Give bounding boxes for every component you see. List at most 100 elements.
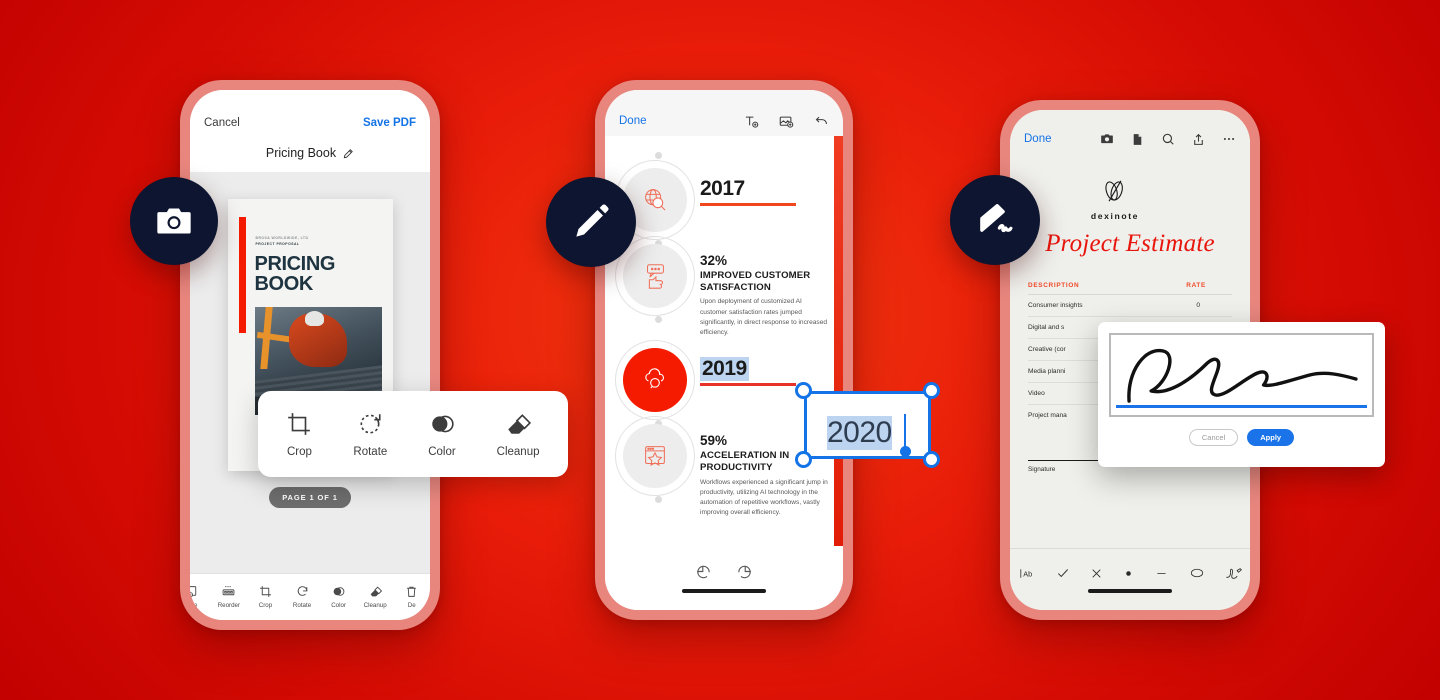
pencil-icon[interactable] — [343, 148, 354, 159]
timeline-icon-circle — [623, 424, 687, 489]
center-navbar: Done — [605, 90, 843, 136]
timeline-row[interactable]: 32% IMPROVED CUSTOMER SATISFACTION Upon … — [605, 236, 843, 338]
row-description: Consumer insights — [1028, 302, 1083, 309]
timeline-year: 2017 — [700, 177, 745, 200]
popover-color-button[interactable]: Color — [428, 411, 456, 458]
popover-crop-button[interactable]: Crop — [286, 411, 312, 458]
camera-icon[interactable] — [1100, 132, 1114, 146]
camera-badge[interactable] — [130, 177, 218, 265]
redo-icon[interactable] — [736, 563, 753, 580]
center-bottom-bar — [605, 546, 843, 610]
timeline-text: 2019 — [700, 348, 796, 412]
year-underline — [700, 383, 796, 387]
dot-icon[interactable] — [1123, 568, 1134, 579]
timeline-text: 32% IMPROVED CUSTOMER SATISFACTION Upon … — [700, 244, 829, 338]
estimate-title: Project Estimate — [1045, 230, 1215, 257]
popover-cleanup-button[interactable]: Cleanup — [497, 411, 540, 458]
right-navbar: Done — [1010, 110, 1250, 154]
cancel-button[interactable]: Cancel — [204, 117, 240, 129]
home-indicator — [682, 589, 766, 593]
signature-apply-button[interactable]: Apply — [1247, 429, 1295, 446]
rotate-icon — [297, 586, 307, 596]
timeline-icon-circle — [623, 244, 687, 308]
text-icon[interactable]: Ab — [1019, 567, 1036, 580]
timeline-heading: IMPROVED CUSTOMER SATISFACTION — [700, 270, 811, 293]
tabbar-item-reorder[interactable]: Reorder — [211, 585, 248, 609]
resize-handle-bottom-left[interactable] — [795, 451, 812, 468]
thumbs-up-icon — [646, 264, 664, 289]
signature-icon — [980, 204, 1013, 233]
tabbar-label: Crop — [258, 602, 273, 609]
phone-left-scan: Cancel Save PDF Pricing Book BROSA WORLD… — [180, 80, 440, 630]
cloud-icon — [645, 368, 664, 389]
line-icon[interactable] — [1154, 568, 1169, 579]
tabbar-item-delete[interactable]: De — [393, 585, 430, 609]
phone-left-screen: Cancel Save PDF Pricing Book BROSA WORLD… — [190, 90, 430, 620]
popover-label: Color — [428, 445, 456, 458]
text-caret-handle[interactable] — [900, 446, 911, 457]
tabbar-item-cleanup[interactable]: Cleanup — [357, 585, 394, 609]
undo-icon[interactable] — [695, 563, 712, 580]
tabbar-label: Color — [331, 602, 346, 609]
resize-handle-bottom-right[interactable] — [923, 451, 940, 468]
cross-icon[interactable] — [1090, 567, 1103, 580]
globe-search-icon — [645, 189, 666, 211]
tabbar-item-rotate[interactable]: Rotate — [284, 585, 321, 609]
popover-rotate-button[interactable]: Rotate — [353, 411, 387, 458]
signature-baseline — [1116, 405, 1367, 408]
add-text-icon[interactable] — [744, 114, 759, 129]
signature-canvas[interactable] — [1109, 333, 1374, 417]
left-navbar: Cancel Save PDF — [190, 110, 430, 136]
tabbar-item-crop[interactable]: Crop — [247, 585, 284, 609]
search-icon[interactable] — [1161, 132, 1175, 146]
signature-icon[interactable] — [1225, 567, 1242, 580]
cover-kicker: BROSA WORLDWIDE, LTD PROJECT PROPOSAL — [255, 236, 309, 247]
eraser-icon — [508, 413, 532, 434]
reorder-icon — [222, 586, 235, 596]
resize-handle-top-right[interactable] — [923, 382, 940, 399]
popover-label: Rotate — [353, 445, 388, 458]
row-rate: 0 — [1196, 302, 1200, 309]
svg-text:Ab: Ab — [1023, 569, 1032, 578]
row-description: Digital and s — [1028, 324, 1065, 331]
right-tabbar: Ab — [1010, 548, 1250, 610]
timeline-row[interactable]: 2017 — [605, 152, 843, 247]
edit-badge[interactable] — [546, 177, 636, 267]
add-image-icon[interactable] — [779, 114, 794, 129]
row-description: Project mana — [1028, 412, 1067, 419]
selected-text-box[interactable]: 2020 — [795, 382, 940, 468]
document-title: Pricing Book — [265, 146, 337, 160]
left-header: Cancel Save PDF Pricing Book — [190, 90, 430, 172]
timeline-body: Upon deployment of customized AI custome… — [700, 298, 828, 337]
text-box-value[interactable]: 2020 — [827, 416, 892, 450]
table-row[interactable]: Consumer insights 0 — [1028, 295, 1232, 317]
done-button[interactable]: Done — [1024, 133, 1052, 145]
timeline-text: 2017 — [700, 168, 796, 232]
add-page-icon — [190, 586, 196, 598]
check-icon[interactable] — [1056, 566, 1070, 580]
save-pdf-button[interactable]: Save PDF — [363, 117, 416, 129]
text-box-frame[interactable]: 2020 — [804, 391, 931, 459]
tabbar-item-add-page[interactable]: age — [190, 585, 211, 609]
star-window-icon — [645, 446, 665, 467]
row-description: Media planni — [1028, 368, 1066, 375]
done-button[interactable]: Done — [619, 115, 647, 127]
resize-handle-top-left[interactable] — [795, 382, 812, 399]
center-document: 2017 32% IMPROVED CUSTOMER SATISFACTION … — [605, 136, 843, 576]
signature-cancel-button[interactable]: Cancel — [1188, 429, 1239, 446]
tabbar-item-color[interactable]: Color — [320, 585, 357, 609]
sign-badge[interactable] — [950, 175, 1040, 265]
undo-icon[interactable] — [814, 114, 829, 129]
popover-label: Cleanup — [496, 445, 540, 458]
share-icon[interactable] — [1192, 133, 1205, 146]
row-description: Video — [1028, 390, 1045, 397]
document-icon[interactable] — [1131, 133, 1144, 146]
signature-dialog: Cancel Apply — [1098, 322, 1385, 467]
crop-icon — [288, 412, 311, 435]
document-title-row[interactable]: Pricing Book — [190, 136, 430, 172]
more-icon[interactable] — [1222, 132, 1236, 146]
rotate-icon — [360, 413, 381, 434]
cover-accent-bar — [238, 217, 246, 333]
page-indicator: PAGE 1 OF 1 — [269, 487, 351, 508]
oval-icon[interactable] — [1189, 567, 1205, 579]
